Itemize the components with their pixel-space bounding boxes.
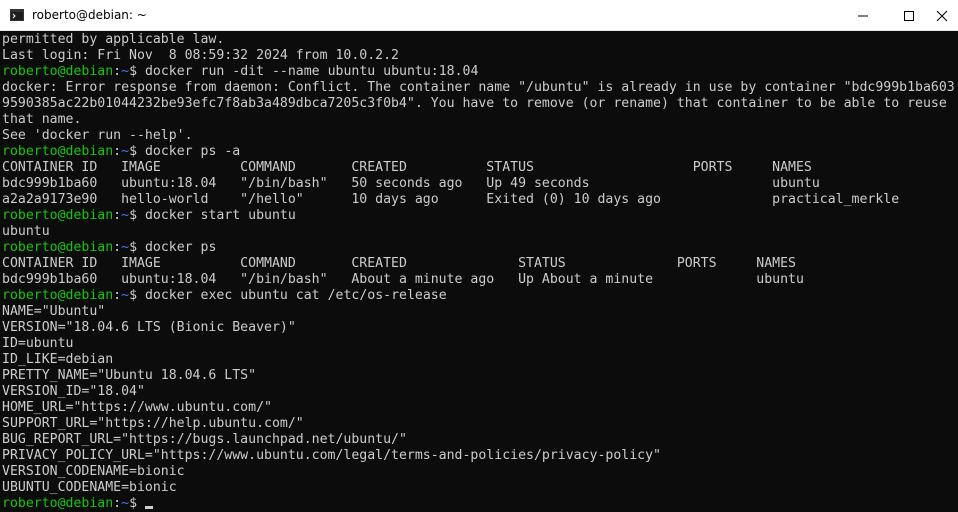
output-line: VERSION_CODENAME=bionic bbox=[2, 464, 185, 479]
prompt-user: roberto@debian bbox=[2, 496, 114, 511]
text-cursor bbox=[144, 506, 153, 509]
output-line: that name. bbox=[2, 112, 82, 127]
close-button[interactable] bbox=[932, 0, 958, 30]
maximize-button[interactable] bbox=[886, 0, 932, 30]
prompt-line: roberto@debian:~$ docker exec ubuntu cat… bbox=[2, 288, 447, 304]
command-text: docker start ubuntu bbox=[144, 208, 296, 223]
prompt-user: roberto@debian bbox=[2, 208, 114, 223]
terminal-output[interactable]: permitted by applicable law. Last login: … bbox=[0, 31, 958, 512]
prompt-symbol: $ bbox=[129, 64, 145, 79]
output-line: permitted by applicable law. bbox=[2, 32, 225, 47]
output-line: bdc999b1ba60 ubuntu:18.04 "/bin/bash" Ab… bbox=[2, 272, 804, 287]
prompt-symbol: $ bbox=[129, 496, 145, 511]
prompt-separator: : bbox=[113, 240, 122, 255]
command-text: docker run -dit --name ubuntu ubuntu:18.… bbox=[144, 64, 479, 79]
output-line: PRIVACY_POLICY_URL="https://www.ubuntu.c… bbox=[2, 448, 661, 463]
output-line: BUG_REPORT_URL="https://bugs.launchpad.n… bbox=[2, 432, 407, 447]
minimize-button[interactable] bbox=[840, 0, 886, 30]
output-line: UBUNTU_CODENAME=bionic bbox=[2, 480, 177, 495]
prompt-path: ~ bbox=[121, 144, 130, 159]
prompt-separator: : bbox=[113, 496, 122, 511]
output-line: 9590385ac22b01044232be93efc7f8ab3a489dbc… bbox=[2, 96, 947, 111]
title-bar[interactable]: roberto@debian: ~ bbox=[0, 0, 958, 31]
maximize-icon bbox=[904, 11, 914, 21]
prompt-user: roberto@debian bbox=[2, 288, 114, 303]
minimize-icon bbox=[858, 15, 868, 17]
terminal-app-icon bbox=[10, 9, 24, 21]
prompt-line: roberto@debian:~$ docker ps bbox=[2, 240, 216, 256]
output-line: a2a2a9173e90 hello-world "/hello" 10 day… bbox=[2, 192, 900, 207]
prompt-separator: : bbox=[113, 64, 122, 79]
output-line: Last login: Fri Nov 8 08:59:32 2024 from… bbox=[2, 48, 399, 63]
output-line: SUPPORT_URL="https://help.ubuntu.com/" bbox=[2, 416, 304, 431]
output-line: See 'docker run --help'. bbox=[2, 128, 193, 143]
prompt-path: ~ bbox=[121, 208, 130, 223]
output-line: CONTAINER ID IMAGE COMMAND CREATED STATU… bbox=[2, 160, 812, 175]
window-title: roberto@debian: ~ bbox=[32, 8, 147, 22]
terminal-window: roberto@debian: ~ permitted by applicabl… bbox=[0, 0, 958, 512]
prompt-line: roberto@debian:~$ docker ps -a bbox=[2, 144, 240, 160]
prompt-path: ~ bbox=[121, 288, 130, 303]
output-line: VERSION_ID="18.04" bbox=[2, 384, 145, 399]
prompt-user: roberto@debian bbox=[2, 144, 114, 159]
prompt-user: roberto@debian bbox=[2, 64, 114, 79]
prompt-symbol: $ bbox=[129, 288, 145, 303]
command-text: docker ps -a bbox=[144, 144, 241, 159]
output-line: bdc999b1ba60 ubuntu:18.04 "/bin/bash" 50… bbox=[2, 176, 820, 191]
prompt-line: roberto@debian:~$ bbox=[2, 496, 153, 512]
output-line: ID_LIKE=debian bbox=[2, 352, 114, 367]
prompt-user: roberto@debian bbox=[2, 240, 114, 255]
output-line: CONTAINER ID IMAGE COMMAND CREATED STATU… bbox=[2, 256, 796, 271]
output-line: VERSION="18.04.6 LTS (Bionic Beaver)" bbox=[2, 320, 296, 335]
prompt-separator: : bbox=[113, 288, 122, 303]
prompt-path: ~ bbox=[121, 240, 130, 255]
output-line: docker: Error response from daemon: Conf… bbox=[2, 80, 955, 95]
output-line: HOME_URL="https://www.ubuntu.com/" bbox=[2, 400, 272, 415]
prompt-symbol: $ bbox=[129, 144, 145, 159]
prompt-symbol: $ bbox=[129, 240, 145, 255]
prompt-path: ~ bbox=[121, 496, 130, 511]
prompt-line: roberto@debian:~$ docker run -dit --name… bbox=[2, 64, 478, 80]
command-text: docker exec ubuntu cat /etc/os-release bbox=[144, 288, 447, 303]
prompt-symbol: $ bbox=[129, 208, 145, 223]
output-line: ubuntu bbox=[2, 224, 50, 239]
prompt-separator: : bbox=[113, 208, 122, 223]
output-line: ID=ubuntu bbox=[2, 336, 74, 351]
close-icon bbox=[936, 10, 948, 22]
prompt-separator: : bbox=[113, 144, 122, 159]
prompt-path: ~ bbox=[121, 64, 130, 79]
command-text: docker ps bbox=[144, 240, 217, 255]
output-line: NAME="Ubuntu" bbox=[2, 304, 106, 319]
prompt-line: roberto@debian:~$ docker start ubuntu bbox=[2, 208, 296, 224]
output-line: PRETTY_NAME="Ubuntu 18.04.6 LTS" bbox=[2, 368, 257, 383]
